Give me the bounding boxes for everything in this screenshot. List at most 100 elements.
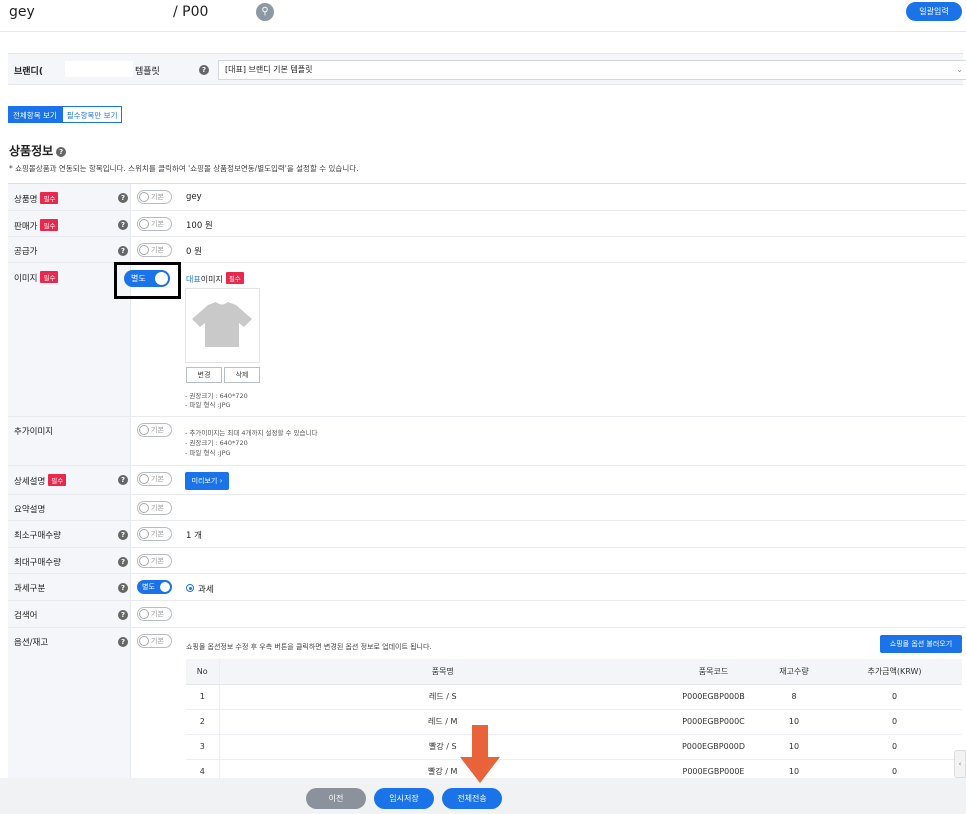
- column-header: 품목명: [219, 659, 666, 685]
- sync-toggle[interactable]: 기본: [137, 554, 172, 568]
- row-label: 과세구분: [14, 584, 46, 594]
- row-supply-price: 공급가 ? 기본 0 원: [8, 237, 966, 263]
- required-badge: 필수: [48, 474, 67, 486]
- tax-radio[interactable]: [186, 584, 194, 592]
- help-icon[interactable]: ?: [118, 193, 128, 203]
- required-badge: 필수: [40, 219, 59, 231]
- template-select[interactable]: [대표] 브랜디 기본 템플릿 ⌄: [218, 60, 966, 80]
- option-description: 쇼핑몰 옵션정보 수정 후 우측 버튼을 클릭하면 변경된 옵션 정보로 업데이…: [186, 643, 432, 651]
- column-header: 품목코드: [666, 659, 761, 685]
- row-min-quantity: 최소구매수량 ? 기본 1 개: [8, 521, 966, 548]
- tab-required-items[interactable]: 필수항목만 보기: [61, 106, 123, 123]
- sync-toggle[interactable]: 기본: [137, 217, 172, 231]
- temp-save-button[interactable]: 임시저장: [374, 788, 434, 809]
- help-icon[interactable]: ?: [118, 530, 128, 540]
- sync-toggle[interactable]: 기본: [137, 190, 172, 204]
- column-header: No: [186, 659, 220, 685]
- sync-toggle[interactable]: 기본: [137, 634, 172, 648]
- search-icon[interactable]: ⚲: [256, 3, 274, 21]
- toggle-knob: [139, 556, 149, 566]
- section-description: * 쇼핑몰상품과 연동되는 항목입니다. 스위치를 클릭하여 '쇼핑몰 상품정보…: [9, 164, 359, 173]
- product-name-title: gey: [9, 4, 35, 20]
- toggle-label: 별도: [131, 274, 146, 283]
- cell-code: P000EGBP000B: [666, 684, 761, 710]
- send-all-button[interactable]: 전체전송: [442, 788, 502, 809]
- change-image-button[interactable]: 변경: [186, 367, 222, 383]
- help-icon[interactable]: ?: [118, 557, 128, 567]
- row-label: 요약설명: [14, 505, 46, 515]
- toggle-label: 기본: [151, 220, 164, 228]
- supply-price-value: 0 원: [186, 247, 202, 257]
- product-name-value: gey: [186, 192, 202, 202]
- sync-toggle[interactable]: 기본: [137, 243, 172, 257]
- row-label: 이미지 필수: [14, 271, 59, 284]
- sync-toggle[interactable]: 기본: [137, 472, 172, 486]
- help-icon[interactable]: ?: [118, 583, 128, 593]
- extra-image-max-note: - 추가이미지는 최대 4개까지 설정할 수 있습니다: [185, 429, 318, 437]
- top-bar: gey / P00 ⚲ 일괄입력: [0, 0, 966, 32]
- table-row: 1 레드 / S P000EGBP000B 8 0: [186, 684, 962, 710]
- prev-button[interactable]: 이전: [306, 788, 366, 809]
- cell-code: P000EGBP000C: [666, 709, 761, 735]
- tax-radio-label: 과세: [198, 585, 214, 595]
- row-tax-type: 과세구분 ? 별도: [8, 574, 966, 601]
- delete-image-button[interactable]: 삭제: [224, 367, 260, 383]
- row-label: 추가이미지: [14, 427, 54, 437]
- toggle-knob: [139, 529, 149, 539]
- row-keyword: 검색어 ? 기본: [8, 601, 966, 628]
- sale-price-value: 100 원: [186, 221, 213, 231]
- column-header: 추가금액(KRW): [827, 659, 962, 685]
- row-label-text: 상세설명: [14, 477, 46, 487]
- help-icon[interactable]: ?: [118, 637, 128, 647]
- cell-no: 1: [186, 684, 220, 710]
- cell-code: P000EGBP000D: [666, 734, 761, 760]
- toggle-label: 기본: [151, 475, 164, 483]
- image-sync-toggle[interactable]: 별도: [124, 270, 170, 287]
- table-row: 2 레드 / M P000EGBP000C 10 0: [186, 709, 962, 735]
- option-table: No 품목명 품목코드 재고수량 추가금액(KRW) 1 레드 / S P000…: [186, 659, 962, 785]
- row-sale-price: 판매가 필수 ? 기본 100 원: [8, 211, 966, 237]
- preview-button[interactable]: 미리보기 ›: [185, 472, 229, 490]
- cell-name: 레드 / M: [219, 709, 666, 735]
- row-label: 검색어: [14, 611, 38, 621]
- side-scroll-handle[interactable]: ‹: [954, 750, 966, 778]
- representative-image-title: 대표이미지 필수: [186, 272, 244, 285]
- row-max-quantity: 최대구매수량 ? 기본: [8, 548, 966, 574]
- toggle-knob: [139, 609, 149, 619]
- toggle-knob: [155, 272, 168, 285]
- sync-toggle[interactable]: 기본: [137, 527, 172, 541]
- template-label: 템플릿: [135, 67, 160, 77]
- help-icon[interactable]: ?: [118, 610, 128, 620]
- cell-no: 3: [186, 734, 220, 760]
- help-icon[interactable]: ?: [56, 147, 67, 157]
- required-badge: 필수: [40, 192, 59, 204]
- row-extra-image: 추가이미지 기본: [8, 417, 966, 466]
- toggle-knob: [139, 503, 149, 513]
- table-row: 3 빨강 / S P000EGBP000D 10 0: [186, 734, 962, 760]
- rep-suffix: 이미지: [200, 275, 223, 284]
- help-icon[interactable]: ?: [118, 246, 128, 256]
- sync-toggle[interactable]: 기본: [137, 501, 172, 515]
- bulk-input-button[interactable]: 일괄입력: [906, 2, 962, 21]
- row-label-text: 상품명: [14, 195, 38, 205]
- product-code-title: / P00: [173, 4, 209, 20]
- toggle-label: 기본: [151, 193, 164, 201]
- row-detail-description: 상세설명 필수 ? 기본: [8, 466, 966, 495]
- toggle-label: 기본: [151, 504, 164, 512]
- brand-template-row: 브랜디( 템플릿 ? [대표] 브랜디 기본 템플릿 ⌄: [8, 53, 966, 85]
- row-label-text: 이미지: [14, 274, 38, 284]
- cell-no: 2: [186, 709, 220, 735]
- sync-toggle[interactable]: 기본: [137, 607, 172, 621]
- column-header: 재고수량: [761, 659, 827, 685]
- tab-all-items[interactable]: 전체항목 보기: [8, 106, 62, 123]
- sync-toggle[interactable]: 기본: [137, 423, 172, 437]
- help-icon[interactable]: ?: [118, 220, 128, 230]
- row-label: 최소구매수량: [14, 531, 61, 541]
- cell-stock: 10: [761, 734, 827, 760]
- load-options-button[interactable]: 쇼핑몰 옵션 불러오기: [880, 635, 962, 653]
- help-icon[interactable]: ?: [199, 65, 209, 75]
- help-icon[interactable]: ?: [118, 475, 128, 485]
- sync-toggle[interactable]: 별도: [137, 580, 172, 594]
- required-badge: 필수: [225, 272, 244, 284]
- toggle-knob: [139, 474, 149, 484]
